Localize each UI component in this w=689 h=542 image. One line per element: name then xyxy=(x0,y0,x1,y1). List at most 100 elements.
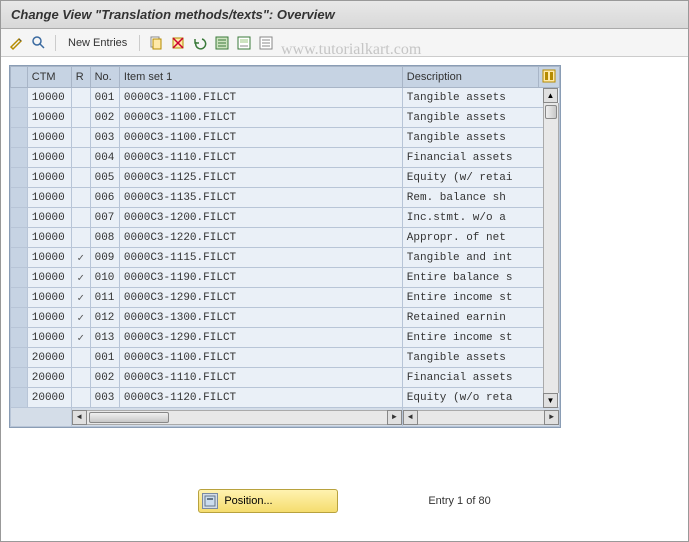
cell-r-checkbox[interactable] xyxy=(71,148,90,168)
cell-description[interactable]: Entire balance s xyxy=(402,268,559,288)
cell-no[interactable]: 001 xyxy=(90,348,119,368)
table-row[interactable]: 100000020000C3-1100.FILCTTangible assets xyxy=(11,108,560,128)
cell-no[interactable]: 005 xyxy=(90,168,119,188)
cell-description[interactable]: Tangible assets xyxy=(402,108,559,128)
cell-item-set[interactable]: 0000C3-1200.FILCT xyxy=(119,208,402,228)
cell-r-checkbox[interactable] xyxy=(71,208,90,228)
cell-ctm[interactable]: 20000 xyxy=(27,348,71,368)
cell-no[interactable]: 009 xyxy=(90,248,119,268)
cell-description[interactable]: Tangible assets xyxy=(402,348,559,368)
table-row[interactable]: 100000060000C3-1135.FILCTRem. balance sh xyxy=(11,188,560,208)
row-selector[interactable] xyxy=(11,248,28,268)
scroll-up-button[interactable]: ▲ xyxy=(543,88,558,103)
find-icon[interactable] xyxy=(31,35,47,51)
new-entries-button[interactable]: New Entries xyxy=(64,37,131,49)
table-row[interactable]: 100000050000C3-1125.FILCTEquity (w/ reta… xyxy=(11,168,560,188)
row-selector[interactable] xyxy=(11,348,28,368)
cell-r-checkbox[interactable] xyxy=(71,108,90,128)
cell-item-set[interactable]: 0000C3-1100.FILCT xyxy=(119,108,402,128)
row-selector[interactable] xyxy=(11,148,28,168)
cell-item-set[interactable]: 0000C3-1290.FILCT xyxy=(119,328,402,348)
cell-no[interactable]: 003 xyxy=(90,128,119,148)
header-description[interactable]: Description xyxy=(402,67,538,88)
row-selector[interactable] xyxy=(11,288,28,308)
cell-item-set[interactable]: 0000C3-1220.FILCT xyxy=(119,228,402,248)
cell-no[interactable]: 013 xyxy=(90,328,119,348)
cell-ctm[interactable]: 10000 xyxy=(27,308,71,328)
cell-ctm[interactable]: 10000 xyxy=(27,108,71,128)
header-select[interactable] xyxy=(11,67,28,88)
table-row[interactable]: 10000✓0130000C3-1290.FILCTEntire income … xyxy=(11,328,560,348)
cell-ctm[interactable]: 10000 xyxy=(27,128,71,148)
cell-no[interactable]: 001 xyxy=(90,88,119,108)
scroll-left-button-2[interactable]: ◄ xyxy=(403,410,418,425)
vertical-scroll-thumb[interactable] xyxy=(545,105,557,119)
cell-no[interactable]: 010 xyxy=(90,268,119,288)
row-selector[interactable] xyxy=(11,208,28,228)
cell-no[interactable]: 012 xyxy=(90,308,119,328)
cell-description[interactable]: Equity (w/ retai xyxy=(402,168,559,188)
cell-r-checkbox[interactable] xyxy=(71,348,90,368)
row-selector[interactable] xyxy=(11,328,28,348)
row-selector[interactable] xyxy=(11,228,28,248)
cell-r-checkbox[interactable] xyxy=(71,188,90,208)
cell-r-checkbox[interactable]: ✓ xyxy=(71,288,90,308)
cell-ctm[interactable]: 10000 xyxy=(27,168,71,188)
row-selector[interactable] xyxy=(11,188,28,208)
cell-ctm[interactable]: 10000 xyxy=(27,288,71,308)
cell-item-set[interactable]: 0000C3-1110.FILCT xyxy=(119,368,402,388)
cell-r-checkbox[interactable]: ✓ xyxy=(71,328,90,348)
cell-r-checkbox[interactable] xyxy=(71,388,90,408)
row-selector[interactable] xyxy=(11,388,28,408)
row-selector[interactable] xyxy=(11,128,28,148)
position-button[interactable]: Position... xyxy=(198,489,338,513)
cell-item-set[interactable]: 0000C3-1120.FILCT xyxy=(119,388,402,408)
cell-no[interactable]: 006 xyxy=(90,188,119,208)
header-no[interactable]: No. xyxy=(90,67,119,88)
table-row[interactable]: 20000 0020000C3-1110.FILCTFinancial asset… xyxy=(11,368,560,388)
cell-ctm[interactable]: 10000 xyxy=(27,208,71,228)
row-selector[interactable] xyxy=(11,368,28,388)
cell-description[interactable]: Financial assets xyxy=(402,148,559,168)
scroll-right-button-2[interactable]: ► xyxy=(544,410,559,425)
cell-description[interactable]: Inc.stmt. w/o a xyxy=(402,208,559,228)
cell-description[interactable]: Tangible and int xyxy=(402,248,559,268)
cell-ctm[interactable]: 20000 xyxy=(27,368,71,388)
undo-change-icon[interactable] xyxy=(192,35,208,51)
cell-r-checkbox[interactable] xyxy=(71,168,90,188)
cell-r-checkbox[interactable] xyxy=(71,368,90,388)
cell-ctm[interactable]: 20000 xyxy=(27,388,71,408)
cell-ctm[interactable]: 10000 xyxy=(27,148,71,168)
cell-description[interactable]: Tangible assets xyxy=(402,88,559,108)
cell-description[interactable]: Appropr. of net xyxy=(402,228,559,248)
cell-no[interactable]: 007 xyxy=(90,208,119,228)
cell-item-set[interactable]: 0000C3-1100.FILCT xyxy=(119,88,402,108)
cell-no[interactable]: 011 xyxy=(90,288,119,308)
cell-item-set[interactable]: 0000C3-1290.FILCT xyxy=(119,288,402,308)
row-selector[interactable] xyxy=(11,168,28,188)
cell-r-checkbox[interactable] xyxy=(71,228,90,248)
table-row[interactable]: 10000 0040000C3-1110.FILCTFinancial asset… xyxy=(11,148,560,168)
cell-no[interactable]: 004 xyxy=(90,148,119,168)
cell-description[interactable]: Retained earnin xyxy=(402,308,559,328)
cell-r-checkbox[interactable]: ✓ xyxy=(71,248,90,268)
table-row[interactable]: 10000 0070000C3-1200.FILCTInc.stmt. w/o a xyxy=(11,208,560,228)
table-row[interactable]: 10000✓0090000C3-1115.FILCTTangible and i… xyxy=(11,248,560,268)
cell-no[interactable]: 002 xyxy=(90,368,119,388)
select-block-icon[interactable] xyxy=(236,35,252,51)
table-row[interactable]: 100000030000C3-1100.FILCTTangible assets xyxy=(11,128,560,148)
horizontal-scrollbar[interactable] xyxy=(87,410,387,425)
cell-ctm[interactable]: 10000 xyxy=(27,268,71,288)
scroll-down-button[interactable]: ▼ xyxy=(543,393,558,408)
scroll-right-button[interactable]: ► xyxy=(387,410,402,425)
cell-item-set[interactable]: 0000C3-1100.FILCT xyxy=(119,348,402,368)
table-row[interactable]: 100000010000C3-1100.FILCTTangible assets xyxy=(11,88,560,108)
toggle-display-change-icon[interactable] xyxy=(9,35,25,51)
configure-columns-icon[interactable] xyxy=(538,67,559,88)
cell-description[interactable]: Financial assets xyxy=(402,368,559,388)
select-all-icon[interactable] xyxy=(214,35,230,51)
table-row[interactable]: 100000080000C3-1220.FILCTAppropr. of net xyxy=(11,228,560,248)
cell-item-set[interactable]: 0000C3-1110.FILCT xyxy=(119,148,402,168)
header-item-set[interactable]: Item set 1 xyxy=(119,67,402,88)
header-r[interactable]: R xyxy=(71,67,90,88)
